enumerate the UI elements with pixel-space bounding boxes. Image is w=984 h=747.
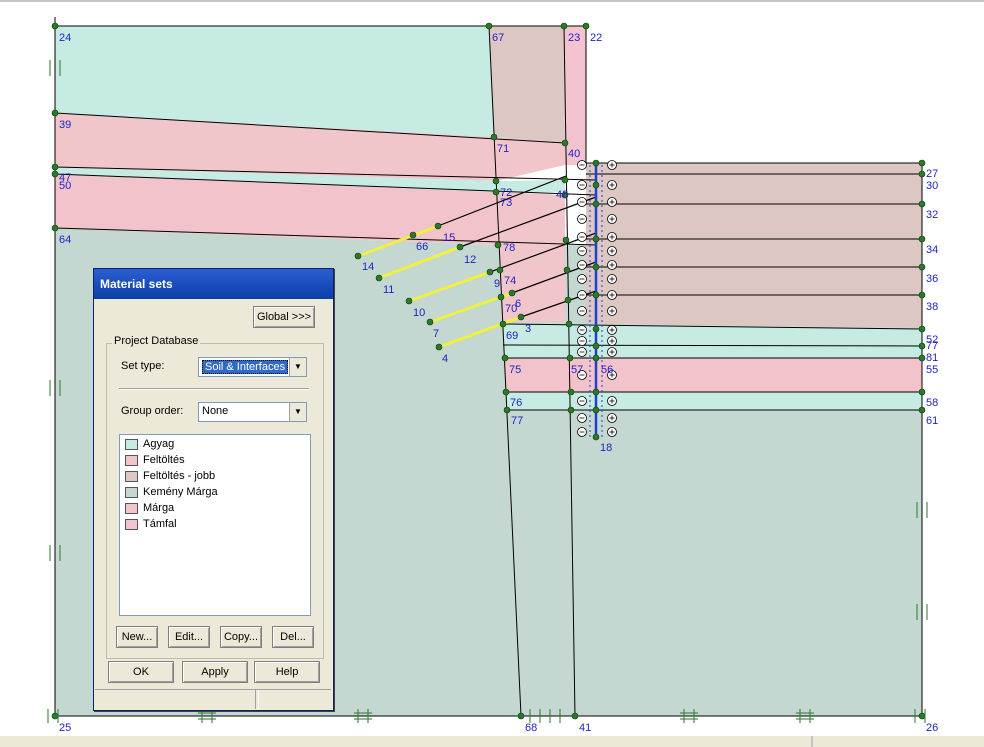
material-swatch-icon bbox=[125, 503, 138, 514]
svg-text:55: 55 bbox=[926, 364, 938, 376]
svg-text:67: 67 bbox=[492, 32, 504, 44]
svg-text:18: 18 bbox=[600, 442, 612, 454]
new-button[interactable]: New... bbox=[116, 626, 158, 648]
copy-button[interactable]: Copy... bbox=[220, 626, 262, 648]
group-order-label: Group order: bbox=[121, 405, 184, 417]
svg-text:12: 12 bbox=[464, 254, 476, 266]
svg-text:70: 70 bbox=[505, 303, 517, 315]
chevron-down-icon[interactable]: ▼ bbox=[289, 403, 306, 421]
svg-text:71: 71 bbox=[497, 143, 509, 155]
dialog-title[interactable]: Material sets bbox=[94, 269, 333, 299]
dialog-status-bar bbox=[95, 689, 331, 709]
chevron-down-icon[interactable]: ▼ bbox=[289, 358, 306, 376]
svg-text:4: 4 bbox=[442, 353, 448, 365]
cluster-right-kemeny[interactable] bbox=[507, 410, 922, 716]
svg-text:48: 48 bbox=[556, 189, 568, 201]
material-swatch-icon bbox=[125, 439, 138, 450]
set-type-value: Soil & Interfaces bbox=[202, 360, 289, 374]
svg-text:77: 77 bbox=[926, 340, 938, 352]
delete-button[interactable]: Del... bbox=[272, 626, 314, 648]
svg-text:81: 81 bbox=[926, 352, 938, 364]
material-swatch-icon bbox=[125, 519, 138, 530]
svg-text:58: 58 bbox=[926, 397, 938, 409]
status-separator bbox=[255, 690, 259, 709]
svg-text:23: 23 bbox=[568, 32, 580, 44]
global-button[interactable]: Global >>> bbox=[253, 306, 315, 328]
svg-text:74: 74 bbox=[504, 275, 516, 287]
material-name: Kemény Márga bbox=[143, 486, 218, 498]
svg-text:68: 68 bbox=[525, 722, 537, 734]
material-name: Feltöltés bbox=[143, 454, 185, 466]
svg-text:56: 56 bbox=[601, 364, 613, 376]
svg-text:26: 26 bbox=[926, 722, 938, 734]
material-name: Agyag bbox=[143, 438, 175, 450]
group-title: Project Database bbox=[112, 335, 201, 347]
svg-text:9: 9 bbox=[494, 278, 500, 290]
svg-text:11: 11 bbox=[383, 284, 394, 296]
svg-text:36: 36 bbox=[926, 273, 938, 285]
svg-text:10: 10 bbox=[413, 307, 425, 319]
separator bbox=[119, 388, 309, 390]
svg-text:27: 27 bbox=[926, 168, 938, 180]
material-swatch-icon bbox=[125, 471, 138, 482]
material-swatch-icon bbox=[125, 487, 138, 498]
svg-text:50: 50 bbox=[59, 180, 71, 192]
help-button[interactable]: Help bbox=[254, 661, 320, 683]
material-name: Feltöltés - jobb bbox=[143, 470, 216, 482]
svg-text:40: 40 bbox=[568, 148, 580, 160]
svg-text:76: 76 bbox=[510, 397, 522, 409]
svg-text:57: 57 bbox=[571, 364, 583, 376]
svg-text:7: 7 bbox=[433, 328, 439, 340]
svg-text:30: 30 bbox=[926, 180, 938, 192]
set-type-select[interactable]: Soil & Interfaces ▼ bbox=[198, 357, 307, 377]
edit-button[interactable]: Edit... bbox=[168, 626, 210, 648]
cluster-right-agyag-2[interactable] bbox=[506, 392, 922, 410]
svg-text:14: 14 bbox=[362, 261, 374, 273]
cluster-right-marga[interactable] bbox=[505, 358, 922, 392]
svg-text:77: 77 bbox=[511, 415, 523, 427]
svg-text:22: 22 bbox=[590, 32, 602, 44]
svg-text:25: 25 bbox=[59, 722, 71, 734]
svg-text:41: 41 bbox=[579, 722, 591, 734]
svg-text:34: 34 bbox=[926, 244, 938, 256]
svg-text:3: 3 bbox=[525, 323, 531, 335]
svg-text:38: 38 bbox=[926, 301, 938, 313]
material-list[interactable]: Agyag Feltöltés Feltöltés - jobb Kemény … bbox=[119, 434, 311, 616]
svg-text:69: 69 bbox=[506, 330, 518, 342]
group-order-select[interactable]: None ▼ bbox=[198, 402, 307, 422]
ok-button[interactable]: OK bbox=[108, 661, 174, 683]
material-name: Márga bbox=[143, 502, 175, 514]
svg-text:64: 64 bbox=[59, 234, 71, 246]
svg-text:78: 78 bbox=[503, 242, 515, 254]
svg-text:32: 32 bbox=[926, 209, 938, 221]
cluster-right-upper[interactable] bbox=[586, 163, 922, 328]
material-sets-dialog[interactable]: Material sets Global >>> Project Databas… bbox=[93, 268, 334, 711]
svg-text:15: 15 bbox=[443, 232, 455, 244]
group-order-value: None bbox=[202, 405, 229, 417]
svg-text:73: 73 bbox=[500, 197, 512, 209]
apply-button[interactable]: Apply bbox=[182, 661, 248, 683]
status-bar bbox=[0, 736, 984, 747]
svg-text:66: 66 bbox=[416, 241, 428, 253]
svg-text:61: 61 bbox=[926, 415, 938, 427]
svg-text:39: 39 bbox=[59, 119, 71, 131]
material-name: Támfal bbox=[143, 518, 177, 530]
svg-text:24: 24 bbox=[59, 32, 71, 44]
svg-text:75: 75 bbox=[509, 364, 521, 376]
set-type-label: Set type: bbox=[121, 360, 165, 372]
material-swatch-icon bbox=[125, 455, 138, 466]
